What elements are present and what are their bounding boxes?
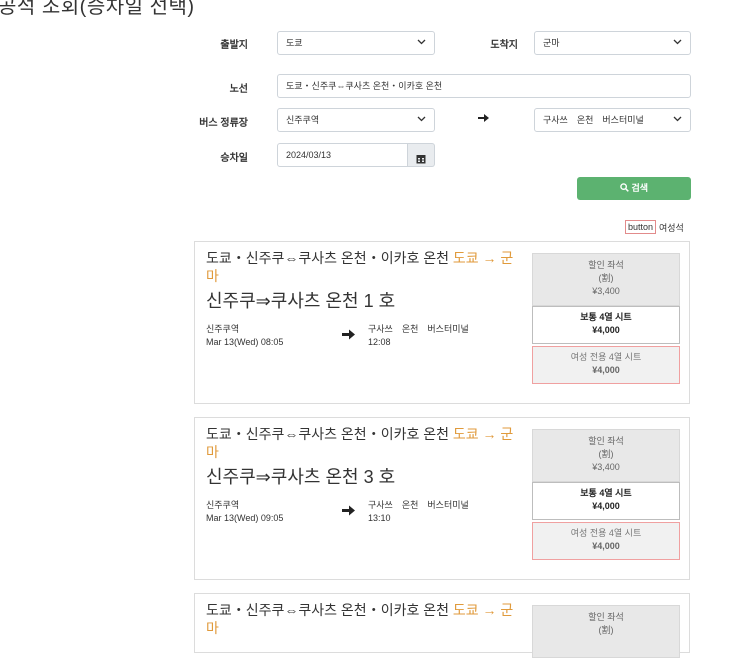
calendar-icon xyxy=(416,151,426,169)
chevron-down-icon xyxy=(673,32,682,54)
calendar-button[interactable] xyxy=(408,143,435,167)
discount-seat-option[interactable]: 할인 좌석 (割) ¥3,400 xyxy=(532,429,680,482)
route-label: 노선 xyxy=(229,84,248,95)
seat-type: 할인 좌석 xyxy=(588,612,624,622)
chevron-down-icon xyxy=(673,109,682,131)
discount-seat-option[interactable]: 할인 좌석 (割) ¥3,400 xyxy=(532,253,680,306)
seat-price: ¥4,000 xyxy=(592,501,620,511)
result-card: 도쿄・신주쿠⇔쿠사츠 온천・이카호 온천 도쿄 → 군마 신주쿠⇒쿠사츠 온천 … xyxy=(194,417,690,580)
route-name: 도쿄・신주쿠⇔쿠사츠 온천・이카호 온천 xyxy=(206,426,449,442)
departure-stop: 신주쿠역 xyxy=(206,500,240,510)
date-value: 2024/03/13 xyxy=(286,150,332,160)
departure-time: Mar 13(Wed) 09:05 xyxy=(206,513,284,523)
seat-price: ¥3,400 xyxy=(592,286,620,296)
stop-to-select[interactable]: 구사쓰 온천 버스터미널 xyxy=(534,108,691,132)
seat-type: 여성 전용 4열 시트 xyxy=(570,528,642,538)
arrow-right-icon xyxy=(478,112,489,126)
arrival-stop: 구사쓰 온천 버스터미널 xyxy=(368,500,469,510)
stop-to-value: 구사쓰 온천 버스터미널 xyxy=(543,115,644,125)
route-name: 도쿄・신주쿠⇔쿠사츠 온천・이카호 온천 xyxy=(206,250,449,266)
arrow-right-icon xyxy=(342,503,355,519)
departure-label: 출발지 xyxy=(220,40,248,51)
chevron-down-icon xyxy=(417,109,426,131)
departure-stop: 신주쿠역 xyxy=(206,324,240,334)
bus-stop-label: 버스 정류장 xyxy=(199,118,248,129)
route-title: 도쿄・신주쿠⇔쿠사츠 온천・이카호 온천 도쿄 → 군마 xyxy=(206,249,522,285)
route-title: 도쿄・신주쿠⇔쿠사츠 온천・이카호 온천 도쿄 → 군마 xyxy=(206,601,522,637)
standard-seat-option[interactable]: 보통 4열 시트 ¥4,000 xyxy=(532,482,680,520)
seat-type: 할인 좌석 xyxy=(588,260,624,270)
arrival-stop: 구사쓰 온천 버스터미널 xyxy=(368,324,469,334)
seat-note: (割) xyxy=(598,273,614,283)
result-card: 도쿄・신주쿠⇔쿠사츠 온천・이카호 온천 도쿄 → 군마 할인 좌석 (割) xyxy=(194,593,690,658)
ladies-filter-button[interactable]: button xyxy=(625,220,657,234)
route-select[interactable]: 도쿄・신주쿠⇔쿠사츠 온천・이카호 온천 xyxy=(277,74,691,98)
seat-type: 할인 좌석 xyxy=(588,436,624,446)
seat-price: ¥4,000 xyxy=(592,365,620,375)
seat-type: 보통 4열 시트 xyxy=(580,488,632,498)
stop-from-value: 신주쿠역 xyxy=(286,115,320,125)
bus-name: 신주쿠⇒쿠사츠 온천 3 호 xyxy=(206,467,396,487)
seat-type: 보통 4열 시트 xyxy=(580,312,632,322)
route-title: 도쿄・신주쿠⇔쿠사츠 온천・이카호 온천 도쿄 → 군마 xyxy=(206,425,522,461)
route-value: 도쿄・신주쿠⇔쿠사츠 온천・이카호 온천 xyxy=(286,81,443,91)
ladies-seat-option[interactable]: 여성 전용 4열 시트 ¥4,000 xyxy=(532,346,680,384)
chevron-down-icon xyxy=(417,32,426,54)
departure-value: 도쿄 xyxy=(286,38,303,48)
page-title: 공석 조회(승차일 선택) xyxy=(0,0,195,18)
search-icon xyxy=(620,183,629,193)
departure-time: Mar 13(Wed) 08:05 xyxy=(206,337,284,347)
date-input[interactable]: 2024/03/13 xyxy=(277,143,408,167)
seat-price: ¥4,000 xyxy=(592,541,620,551)
bus-name: 신주쿠⇒쿠사츠 온천 1 호 xyxy=(206,291,396,311)
seat-note: (割) xyxy=(598,449,614,459)
arrival-label: 도착지 xyxy=(490,40,518,51)
route-name: 도쿄・신주쿠⇔쿠사츠 온천・이카호 온천 xyxy=(206,602,449,618)
seat-type: 여성 전용 4열 시트 xyxy=(570,352,642,362)
ladies-seat-option[interactable]: 여성 전용 4열 시트 ¥4,000 xyxy=(532,522,680,560)
standard-seat-option[interactable]: 보통 4열 시트 ¥4,000 xyxy=(532,306,680,344)
arrow-right-icon xyxy=(342,327,355,343)
seat-price: ¥3,400 xyxy=(592,462,620,472)
departure-select[interactable]: 도쿄 xyxy=(277,31,435,55)
arrival-time: 12:08 xyxy=(368,337,391,347)
ladies-seat-label: 여성석 xyxy=(659,223,684,233)
result-card: 도쿄・신주쿠⇔쿠사츠 온천・이카호 온천 도쿄 → 군마 신주쿠⇒쿠사츠 온천 … xyxy=(194,241,690,404)
stop-from-select[interactable]: 신주쿠역 xyxy=(277,108,435,132)
date-label: 승차일 xyxy=(220,153,248,164)
arrival-time: 13:10 xyxy=(368,513,391,523)
arrival-value: 군마 xyxy=(543,38,560,48)
seat-note: (割) xyxy=(598,625,614,635)
seat-price: ¥4,000 xyxy=(592,325,620,335)
search-label: 검색 xyxy=(631,183,649,193)
discount-seat-option[interactable]: 할인 좌석 (割) xyxy=(532,605,680,658)
arrival-select[interactable]: 군마 xyxy=(534,31,691,55)
search-button[interactable]: 검색 xyxy=(577,177,691,200)
